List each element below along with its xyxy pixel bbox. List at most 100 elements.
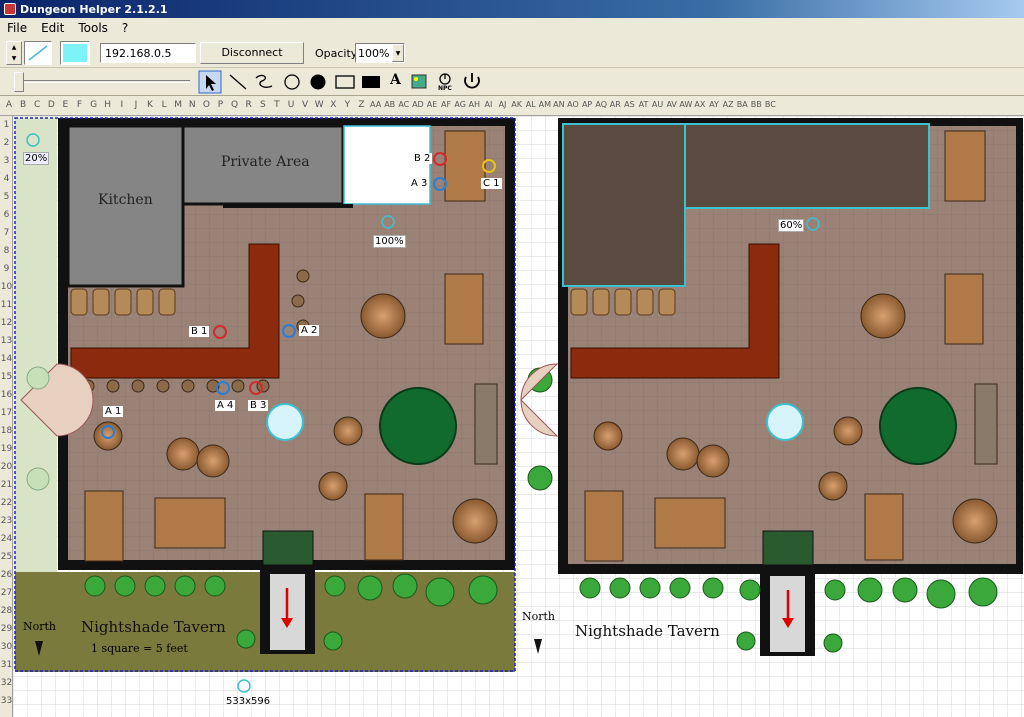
drawing-tools: A NPC <box>198 70 490 94</box>
column-header-label: AY <box>709 100 719 109</box>
row-header-label: 17 <box>0 408 13 418</box>
column-header-label: R <box>245 100 252 110</box>
row-header-label: 19 <box>0 444 13 454</box>
row-header-label: 8 <box>3 246 10 256</box>
column-header-label: A <box>5 100 13 110</box>
row-header-label: 2 <box>3 138 10 148</box>
column-header-label: AZ <box>722 100 734 109</box>
app-icon <box>4 3 16 15</box>
column-header-label: AL <box>525 100 536 109</box>
column-header-label: D <box>47 100 55 110</box>
column-header-label: U <box>287 100 295 110</box>
filled-circle-tool-icon <box>310 74 326 90</box>
freehand-tool-icon <box>255 74 273 88</box>
token-label-a2[interactable]: A 2 <box>299 325 320 336</box>
column-header-label: C <box>34 100 41 110</box>
map-scale: 1 square = 5 feet <box>91 642 188 655</box>
row-header-label: 6 <box>3 210 10 220</box>
color-swatch <box>63 44 87 62</box>
column-header-label: P <box>217 100 224 110</box>
row-header-label: 15 <box>0 372 13 382</box>
column-header-label: T <box>274 100 280 110</box>
north-label: North <box>23 620 57 633</box>
line-width-spinner[interactable]: ▲ ▼ <box>6 41 22 65</box>
private-area-label: Private Area <box>221 154 310 170</box>
color-picker-button[interactable] <box>60 41 90 65</box>
menu-file[interactable]: File <box>0 18 34 38</box>
row-header-label: 31 <box>0 660 13 670</box>
token-label-a1[interactable]: A 1 <box>103 406 124 417</box>
light-level-label: 100% <box>373 235 406 248</box>
column-header-label: BC <box>764 100 776 109</box>
north-label-right: North <box>522 610 556 623</box>
zoom-slider[interactable] <box>14 72 190 92</box>
ice-effect-icon <box>766 403 804 441</box>
rectangle-tool-icon <box>335 75 355 89</box>
column-header-label: X <box>330 100 337 110</box>
column-header-ruler: A B C D E F G H I J K L M N O P Q R S T U V W X Y Z AA AB AC AD AE AF AG… <box>0 96 1024 116</box>
filled-rectangle-tool-icon <box>362 76 380 88</box>
left-sidebar-strip <box>15 118 57 572</box>
column-header-label: J <box>134 100 138 110</box>
row-header-label: 10 <box>0 282 13 292</box>
column-header-label: AG <box>454 100 466 109</box>
back-room <box>343 125 431 205</box>
row-header-label: 32 <box>0 678 13 688</box>
column-header-label: BB <box>750 100 762 109</box>
column-header-label: AT <box>638 100 649 109</box>
column-header-label: AC <box>398 100 410 109</box>
column-header-label: AP <box>581 100 593 109</box>
column-header-label: AJ <box>498 100 507 109</box>
column-header-label: BA <box>736 100 748 109</box>
column-header-label: Z <box>358 100 365 110</box>
column-header-label: V <box>302 100 309 110</box>
column-header-label: E <box>62 100 69 110</box>
column-header-label: AV <box>666 100 677 109</box>
column-header-label: W <box>314 100 324 110</box>
line-style-preview[interactable] <box>24 41 52 65</box>
disconnect-button[interactable]: Disconnect <box>200 42 304 64</box>
ip-address-input[interactable]: 192.168.0.5 <box>100 43 196 63</box>
row-header-label: 12 <box>0 318 13 328</box>
token-label-b3[interactable]: B 3 <box>248 400 269 411</box>
row-header-label: 18 <box>0 426 13 436</box>
circle-tool-icon <box>284 74 300 90</box>
token-label-b1[interactable]: B 1 <box>189 326 210 337</box>
window-title: Dungeon Helper 2.1.2.1 <box>20 2 168 16</box>
column-header-label: O <box>202 100 210 110</box>
map-canvas[interactable]: Kitchen Private Area Nightshade Tavern 1… <box>13 116 1024 717</box>
column-header-label: AH <box>468 100 481 109</box>
menu-edit[interactable]: Edit <box>34 18 71 38</box>
row-header-label: 30 <box>0 642 13 652</box>
token-label-a4[interactable]: A 4 <box>215 400 236 411</box>
menu-tools[interactable]: Tools <box>71 18 115 38</box>
column-header-label: S <box>259 100 266 110</box>
row-header-label: 14 <box>0 354 13 364</box>
column-header-label: G <box>90 100 98 110</box>
column-header-label: H <box>104 100 112 110</box>
bench <box>474 383 498 465</box>
chevron-down-icon[interactable]: ▼ <box>392 44 404 62</box>
zoom-slider-thumb[interactable] <box>14 72 24 92</box>
column-header-label: I <box>120 100 124 110</box>
text-tool-icon[interactable]: A <box>390 72 401 88</box>
row-header-label: 26 <box>0 570 13 580</box>
column-header-label: AB <box>384 100 396 109</box>
column-header-label: AW <box>679 100 693 109</box>
column-header-label: AI <box>484 100 493 109</box>
row-header-label: 28 <box>0 606 13 616</box>
row-header-label: 21 <box>0 480 13 490</box>
row-header-label: 20 <box>0 462 13 472</box>
token-label-a3[interactable]: A 3 <box>409 178 430 189</box>
menu-help[interactable]: ? <box>115 18 135 38</box>
token-label-c1[interactable]: C 1 <box>481 178 502 189</box>
row-header-label: 29 <box>0 624 13 634</box>
column-header-label: Q <box>231 100 239 110</box>
row-header-label: 23 <box>0 516 13 526</box>
map-title-right: Nightshade Tavern <box>575 622 720 640</box>
token-label-b2[interactable]: B 2 <box>412 153 433 164</box>
opacity-select[interactable]: 100% ▼ <box>355 43 405 63</box>
row-header-label: 7 <box>3 228 10 238</box>
opacity-value: 100% <box>358 47 390 60</box>
column-header-label: AK <box>511 100 522 109</box>
